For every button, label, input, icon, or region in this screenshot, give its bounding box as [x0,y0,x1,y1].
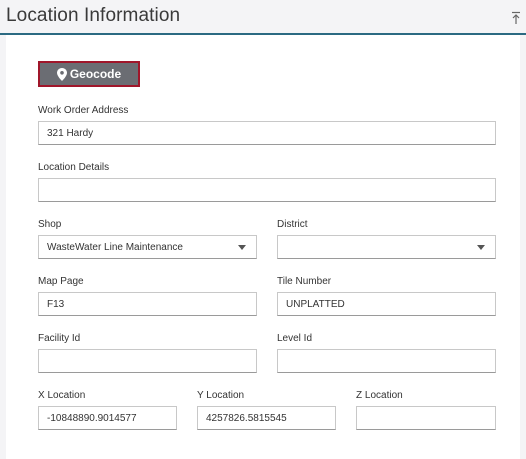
tile-number-value: UNPLATTED [286,298,345,310]
work-order-address-input[interactable]: 321 Hardy [38,121,496,145]
x-location-input[interactable]: -10848890.9014577 [38,406,177,430]
tile-number-input[interactable]: UNPLATTED [277,292,496,316]
y-location-value: 4257826.5815545 [206,412,287,424]
map-page-input[interactable]: F13 [38,292,257,316]
shop-value: WasteWater Line Maintenance [47,241,183,253]
z-location-label: Z Location [356,390,403,401]
location-information-panel: Location Information Geocode Work Order … [0,0,526,459]
map-page-label: Map Page [38,276,84,287]
geocode-button[interactable]: Geocode [38,61,140,87]
location-details-input[interactable] [38,178,496,202]
location-details-label: Location Details [38,162,110,173]
shop-label: Shop [38,219,62,230]
district-label: District [277,219,308,230]
z-location-input[interactable] [356,406,496,430]
y-location-label: Y Location [197,390,245,401]
geocode-label: Geocode [69,67,122,81]
facility-id-input[interactable] [38,349,257,373]
work-order-address-value: 321 Hardy [47,127,94,139]
collapse-up-icon[interactable] [510,11,522,25]
map-page-value: F13 [47,298,65,310]
x-location-label: X Location [38,390,86,401]
panel-header: Location Information [0,0,526,35]
map-pin-icon [56,67,67,81]
chevron-down-icon [238,245,246,250]
tile-number-label: Tile Number [277,276,332,287]
level-id-label: Level Id [277,333,313,344]
facility-id-label: Facility Id [38,333,81,344]
work-order-address-label: Work Order Address [38,105,129,116]
level-id-input[interactable] [277,349,496,373]
chevron-down-icon [477,245,485,250]
district-select[interactable] [277,235,496,259]
x-location-value: -10848890.9014577 [47,412,137,424]
y-location-input[interactable]: 4257826.5815545 [197,406,336,430]
panel-content: Geocode Work Order Address 321 Hardy Loc… [6,35,520,459]
shop-select[interactable]: WasteWater Line Maintenance [38,235,257,259]
panel-title: Location Information [6,5,181,26]
